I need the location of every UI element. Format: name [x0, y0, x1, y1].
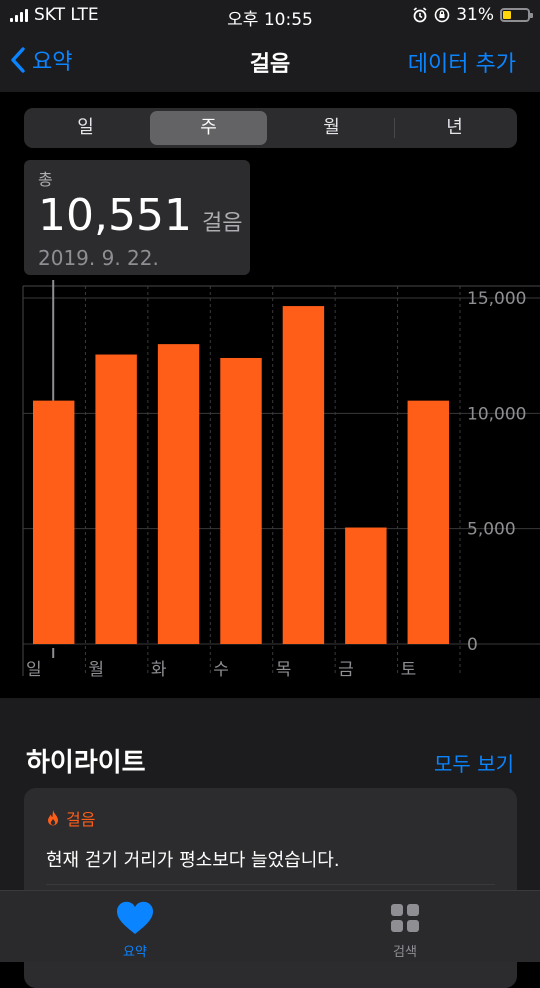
highlights-title: 하이라이트 [26, 748, 146, 778]
tooltip-label: 총 [38, 170, 53, 189]
tooltip-value: 10,551 [38, 190, 192, 241]
x-tick-label: 토 [401, 660, 417, 680]
segment-month[interactable]: 월 [273, 111, 390, 145]
tab-browse-label: 검색 [393, 945, 417, 960]
segment-year[interactable]: 년 [396, 111, 513, 145]
y-tick-label: 5,000 [467, 520, 516, 540]
y-tick-label: 15,000 [467, 289, 526, 309]
bar-5 [345, 527, 387, 644]
bar-2 [157, 344, 200, 644]
x-tick-label: 수 [213, 660, 229, 680]
bar-6 [407, 400, 449, 644]
steps-bar-chart[interactable]: 15,000 10,000 5,000 0 일 월 화 수 목 금 토 [0, 280, 540, 682]
status-bar: SKT LTE 오후 10:55 31% [0, 0, 540, 30]
tab-browse[interactable]: 검색 [345, 899, 465, 960]
battery-icon [500, 8, 533, 22]
segment-week[interactable]: 주 [150, 111, 267, 145]
tooltip-unit: 걸음 [201, 211, 243, 236]
alarm-icon [413, 7, 427, 23]
selected-bar-tooltip: 총 10,551 걸음 2019. 9. 22. [24, 160, 250, 275]
heart-icon [116, 901, 154, 934]
back-button[interactable]: 요약 [10, 44, 72, 76]
period-segmented-control: 일 주 월 년 [24, 108, 517, 148]
y-tick-label: 10,000 [467, 404, 526, 424]
add-data-button[interactable]: 데이터 추가 [408, 46, 516, 78]
orientation-lock-icon [434, 7, 450, 23]
top-bar: SKT LTE 오후 10:55 31% 요약 걸음 데이터 추가 [0, 0, 540, 92]
x-tick-label: 금 [338, 660, 354, 680]
y-tick-label: 0 [467, 635, 478, 655]
tab-summary[interactable]: 요약 [75, 899, 195, 960]
battery-percent: 31% [456, 5, 494, 25]
bar-0 [33, 400, 75, 644]
navigation-bar: 요약 걸음 데이터 추가 [0, 36, 540, 86]
bar-4 [282, 306, 325, 644]
x-tick-label: 월 [88, 660, 104, 680]
card-divider [46, 884, 495, 885]
x-tick-label: 화 [151, 660, 167, 680]
x-tick-label: 일 [26, 660, 42, 680]
chevron-left-icon [11, 47, 25, 73]
highlight-text: 현재 걷기 거리가 평소보다 늘었습니다. [46, 850, 340, 871]
tab-summary-label: 요약 [123, 945, 147, 960]
tooltip-date: 2019. 9. 22. [38, 246, 159, 270]
flame-icon [48, 810, 58, 826]
grid-icon [391, 904, 419, 932]
highlight-category: 걸음 [66, 810, 96, 829]
bar-3 [220, 357, 262, 644]
back-label: 요약 [32, 50, 73, 75]
x-tick-label: 목 [276, 660, 292, 680]
segment-day[interactable]: 일 [27, 111, 144, 145]
see-all-link[interactable]: 모두 보기 [434, 748, 514, 777]
segment-divider [394, 118, 395, 138]
bar-1 [95, 354, 137, 644]
tab-bar: 요약 검색 [0, 890, 540, 962]
